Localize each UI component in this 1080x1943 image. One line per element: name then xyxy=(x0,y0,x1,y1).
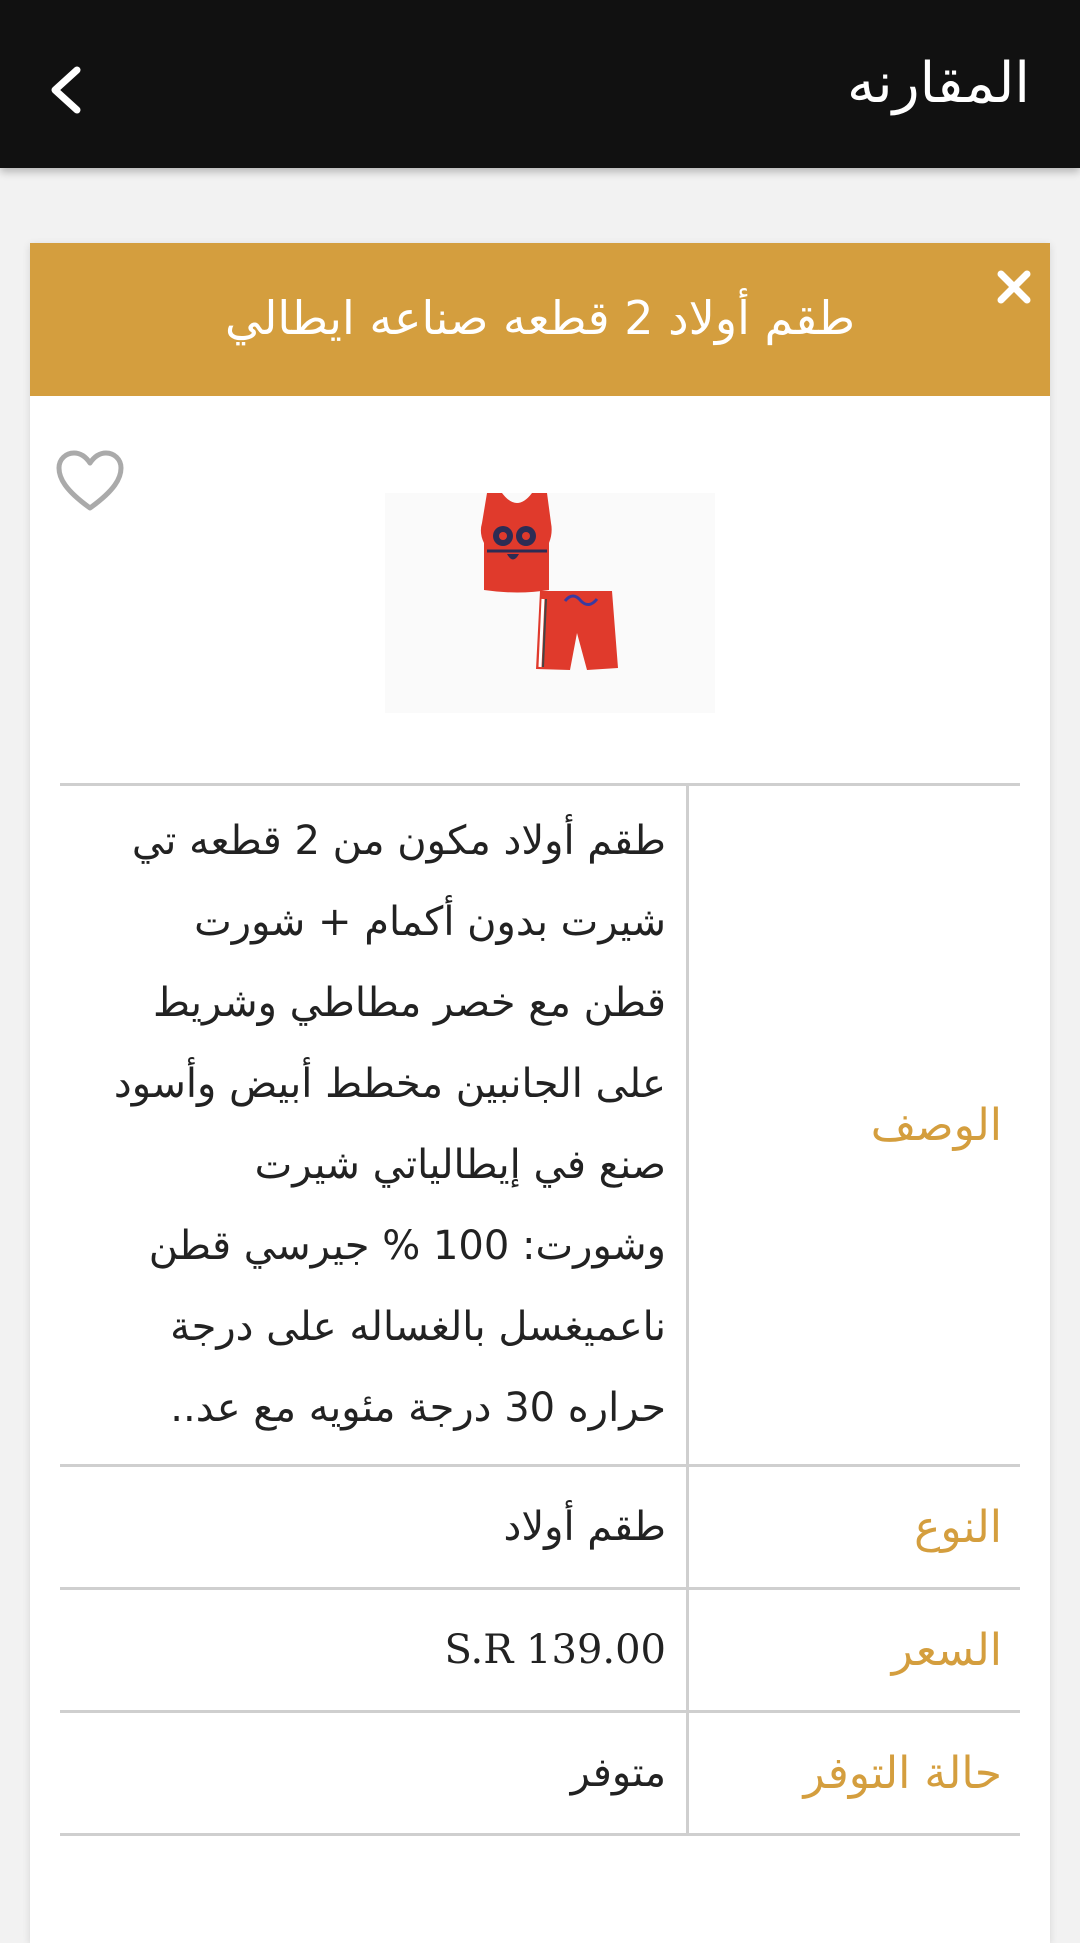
spec-value: متوفر xyxy=(570,1750,666,1796)
app-header: المقارنه xyxy=(0,0,1080,168)
tank-top-image xyxy=(480,493,552,593)
spec-label: حالة التوفر xyxy=(686,1713,1020,1833)
spec-row-price: السعر S.R 139.00 xyxy=(60,1590,1020,1713)
page-title: المقارنه xyxy=(846,51,1030,116)
product-image[interactable] xyxy=(375,463,735,733)
spec-value: S.R 139.00 xyxy=(444,1627,666,1673)
spec-row-description: الوصف طقم أولاد مكون من 2 قطعه تي شيرت ب… xyxy=(60,786,1020,1467)
product-title: طقم أولاد 2 قطعه صناعه ايطالي xyxy=(225,291,855,345)
spec-label: الوصف xyxy=(686,786,1020,1464)
heart-icon[interactable] xyxy=(55,450,125,514)
chevron-left-icon xyxy=(51,66,81,114)
spec-value: طقم أولاد xyxy=(503,1504,666,1550)
spec-label: السعر xyxy=(686,1590,1020,1710)
spec-row-type: النوع طقم أولاد xyxy=(60,1467,1020,1590)
specs-table: الوصف طقم أولاد مكون من 2 قطعه تي شيرت ب… xyxy=(60,783,1020,1836)
spec-row-availability: حالة التوفر متوفر xyxy=(60,1713,1020,1836)
back-button[interactable] xyxy=(30,50,100,130)
product-header: طقم أولاد 2 قطعه صناعه ايطالي xyxy=(30,243,1050,396)
spec-value: طقم أولاد مكون من 2 قطعه تي شيرت بدون أك… xyxy=(113,818,666,1431)
compare-card: طقم أولاد 2 قطعه صناعه ايطالي الوصف طقم xyxy=(30,243,1050,1943)
spec-label: النوع xyxy=(686,1467,1020,1587)
